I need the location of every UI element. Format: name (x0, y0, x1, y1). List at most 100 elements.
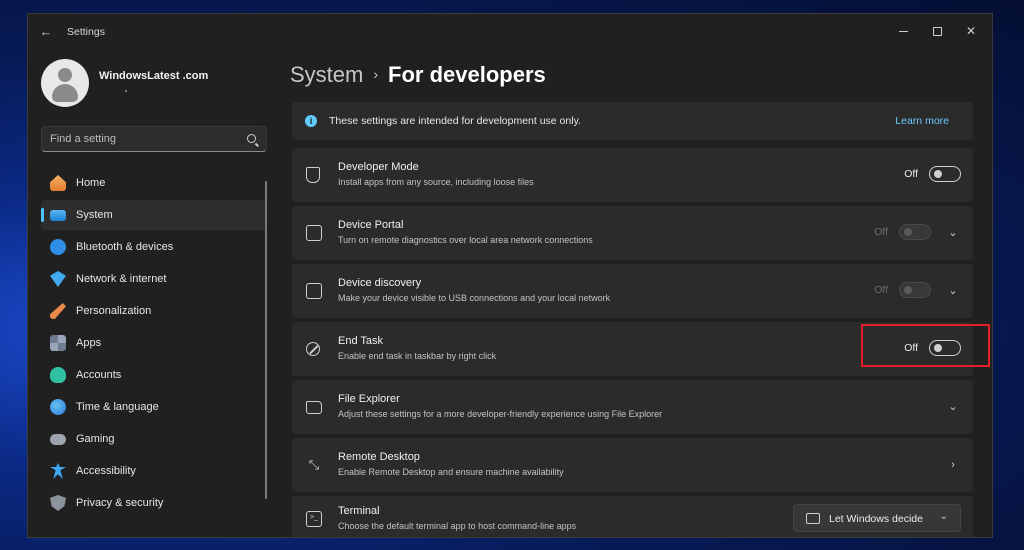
device-portal-icon (306, 225, 322, 241)
sidebar-item-accounts[interactable]: Accounts (41, 360, 267, 390)
sidebar-nav: Home System Bluetooth & devices Network … (41, 168, 267, 520)
terminal-icon: >_ (306, 511, 322, 527)
device-portal-toggle[interactable] (899, 224, 931, 240)
profile-name: WindowsLatest .com (99, 70, 209, 82)
chevron-down-icon[interactable]: ⌄ (943, 223, 963, 243)
dropdown-selected-value: Let Windows decide (829, 513, 923, 525)
sidebar-item-home[interactable]: Home (41, 168, 267, 198)
sidebar-item-accessibility[interactable]: Accessibility (41, 456, 267, 486)
sidebar-item-label: Accounts (76, 369, 122, 381)
setting-title: Developer Mode (338, 161, 419, 173)
developer-tools-icon (306, 167, 320, 183)
window-title: Settings (67, 26, 105, 38)
sidebar-item-time-language[interactable]: Time & language (41, 392, 267, 422)
breadcrumb: System › For developers (290, 62, 546, 88)
sidebar-scrollbar[interactable] (265, 181, 267, 499)
chevron-down-icon: ⌄ (939, 511, 948, 522)
chevron-down-icon[interactable]: ⌄ (943, 397, 963, 417)
sidebar-item-bluetooth[interactable]: Bluetooth & devices (41, 232, 267, 262)
toggle-state-label: Off (904, 168, 918, 180)
setting-title: Remote Desktop (338, 451, 420, 463)
setting-title: Device discovery (338, 277, 422, 289)
developer-mode-toggle[interactable] (929, 166, 961, 182)
chevron-right-icon[interactable]: › (943, 455, 963, 475)
settings-window: ← Settings ✕ WindowsLatest .com Home Sys… (27, 13, 993, 538)
sidebar-item-label: Network & internet (76, 273, 167, 285)
sidebar-item-network[interactable]: Network & internet (41, 264, 267, 294)
setting-developer-mode: Developer Mode Install apps from any sou… (292, 148, 973, 202)
sidebar-item-personalization[interactable]: Personalization (41, 296, 267, 326)
shield-icon (50, 495, 66, 511)
gamepad-icon (50, 434, 66, 445)
setting-title: Device Portal (338, 219, 404, 231)
title-bar: ← Settings ✕ (28, 14, 992, 50)
setting-device-portal: Device Portal Turn on remote diagnostics… (292, 206, 973, 260)
sidebar-item-label: Privacy & security (76, 497, 164, 509)
setting-description: Enable Remote Desktop and ensure machine… (338, 467, 564, 477)
person-icon (50, 367, 66, 383)
setting-remote-desktop[interactable]: ⤡ Remote Desktop Enable Remote Desktop a… (292, 438, 973, 492)
sidebar-item-privacy-security[interactable]: Privacy & security (41, 488, 267, 518)
search-icon[interactable] (247, 134, 256, 143)
maximize-icon (932, 27, 942, 37)
sidebar-item-label: Home (76, 177, 106, 189)
maximize-button[interactable] (922, 20, 952, 42)
minimize-button[interactable] (888, 20, 918, 42)
home-icon (50, 175, 66, 191)
sidebar-item-gaming[interactable]: Gaming (41, 424, 267, 454)
info-bar: i These settings are intended for develo… (292, 102, 973, 140)
toggle-state-label: Off (874, 284, 888, 296)
setting-device-discovery: Device discovery Make your device visibl… (292, 264, 973, 318)
device-discovery-toggle[interactable] (899, 282, 931, 298)
system-icon (50, 210, 66, 221)
setting-description: Make your device visible to USB connecti… (338, 293, 611, 303)
avatar (41, 59, 89, 107)
setting-description: Choose the default terminal app to host … (338, 521, 577, 531)
back-arrow-icon[interactable]: ← (38, 24, 54, 40)
sidebar-item-system[interactable]: System (41, 200, 267, 230)
setting-title: File Explorer (338, 393, 400, 405)
minimize-icon (898, 31, 908, 33)
apps-icon (50, 335, 66, 351)
terminal-app-dropdown[interactable]: Let Windows decide ⌄ (793, 504, 961, 532)
folder-icon (306, 401, 322, 414)
end-task-icon (306, 342, 320, 356)
globe-clock-icon (50, 399, 66, 415)
profile-subtitle-dot (125, 90, 127, 92)
learn-more-link[interactable]: Learn more (895, 115, 949, 127)
info-icon: i (305, 115, 317, 127)
accessibility-icon (50, 463, 66, 479)
search-input[interactable] (50, 127, 240, 151)
main-content: System › For developers i These settings a… (290, 50, 992, 537)
info-bar-text: These settings are intended for developm… (329, 115, 581, 127)
end-task-toggle-highlight (861, 324, 990, 367)
chevron-down-icon[interactable]: ⌄ (943, 281, 963, 301)
setting-description: Turn on remote diagnostics over local ar… (338, 235, 593, 245)
setting-terminal: >_ Terminal Choose the default terminal … (292, 496, 973, 537)
avatar-body-icon (52, 84, 78, 102)
setting-description: Enable end task in taskbar by right clic… (338, 351, 497, 361)
close-button[interactable]: ✕ (956, 20, 986, 42)
wifi-icon (50, 271, 66, 287)
breadcrumb-parent[interactable]: System (290, 62, 363, 87)
sidebar-item-label: Gaming (76, 433, 115, 445)
sidebar-item-label: Bluetooth & devices (76, 241, 174, 253)
setting-description: Install apps from any source, including … (338, 177, 534, 187)
sidebar-item-label: System (76, 209, 113, 221)
sidebar-item-label: Personalization (76, 305, 152, 317)
toggle-state-label: Off (874, 226, 888, 238)
search-box[interactable] (41, 126, 267, 152)
sidebar-item-label: Time & language (76, 401, 159, 413)
sidebar-item-label: Accessibility (76, 465, 136, 477)
setting-title: End Task (338, 335, 384, 347)
user-profile[interactable]: WindowsLatest .com (41, 59, 281, 107)
bluetooth-icon (50, 239, 66, 255)
sidebar-item-apps[interactable]: Apps (41, 328, 267, 358)
terminal-app-icon (806, 513, 820, 524)
setting-title: Terminal (338, 505, 380, 517)
breadcrumb-separator-icon: › (373, 66, 379, 82)
sidebar-item-label: Apps (76, 337, 102, 349)
setting-file-explorer[interactable]: File Explorer Adjust these settings for … (292, 380, 973, 434)
device-discovery-icon (306, 283, 322, 299)
close-icon: ✕ (965, 24, 977, 38)
